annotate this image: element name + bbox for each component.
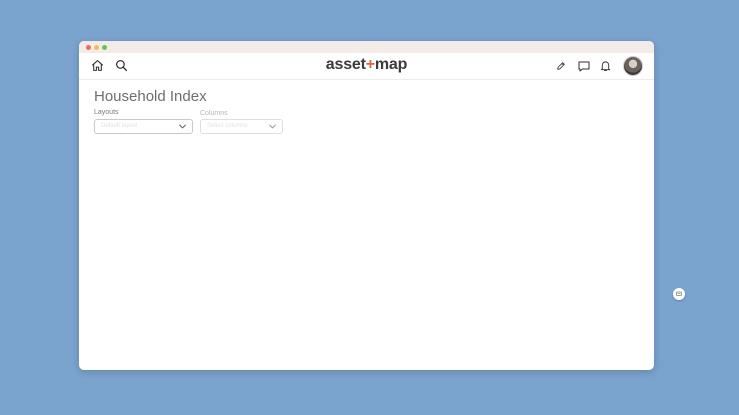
logo-text-map: map: [374, 56, 408, 73]
layouts-select[interactable]: Default layout: [94, 119, 193, 134]
logo-text-asset: asset: [325, 56, 366, 73]
columns-select[interactable]: Select columns: [200, 119, 283, 134]
layouts-select-value: Default layout: [101, 123, 138, 129]
columns-label: Columns: [200, 110, 228, 117]
minimize-window-button[interactable]: [94, 44, 99, 50]
pencil-icon[interactable]: [556, 61, 566, 71]
window-titlebar: [79, 41, 654, 53]
chat-icon[interactable]: [578, 61, 590, 72]
logo-plus: +: [365, 56, 375, 73]
bell-icon[interactable]: [600, 60, 611, 72]
floating-help-button[interactable]: [673, 288, 685, 300]
app-logo[interactable]: asset+map: [79, 56, 654, 74]
maximize-window-button[interactable]: [102, 44, 107, 50]
chevron-down-icon: [269, 124, 276, 129]
top-navbar: asset+map: [79, 53, 654, 80]
user-avatar[interactable]: [623, 56, 643, 76]
app-window: asset+map Household Index Layouts Defaul…: [79, 41, 654, 370]
chevron-down-icon: [179, 124, 186, 129]
page-title: Household Index: [94, 88, 207, 105]
columns-select-value: Select columns: [207, 123, 248, 129]
chat-bubble-icon: [676, 291, 682, 296]
layouts-label: Layouts: [94, 109, 119, 116]
close-window-button[interactable]: [86, 44, 91, 50]
